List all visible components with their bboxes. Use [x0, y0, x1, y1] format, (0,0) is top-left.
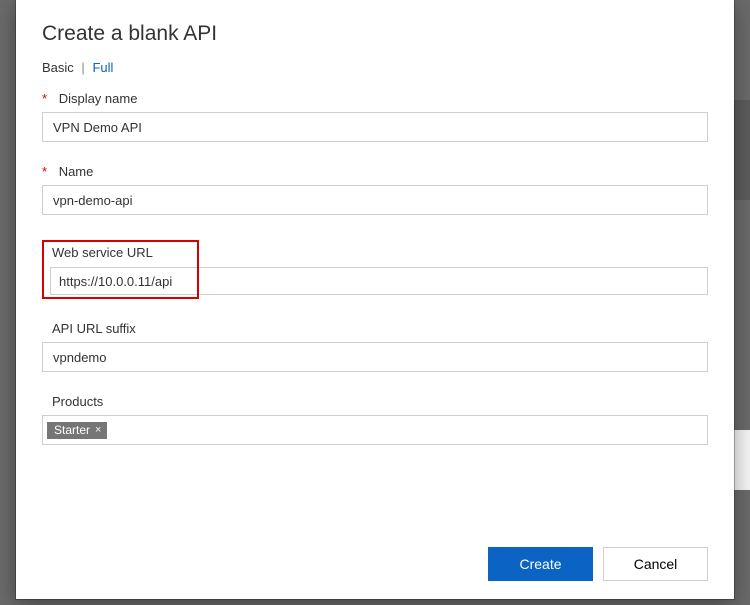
- name-input[interactable]: [42, 185, 708, 215]
- label-text: Display name: [59, 91, 138, 106]
- label-products: Products: [42, 394, 708, 409]
- display-name-input[interactable]: [42, 112, 708, 142]
- field-web-service-url: Web service URL: [42, 237, 708, 299]
- tab-basic[interactable]: Basic: [42, 60, 74, 75]
- label-display-name: * Display name: [42, 91, 708, 106]
- field-products: Products Starter ×: [42, 394, 708, 445]
- label-web-service-url: Web service URL: [52, 245, 153, 260]
- required-marker: *: [42, 91, 47, 106]
- tab-full[interactable]: Full: [92, 60, 113, 75]
- field-api-url-suffix: API URL suffix: [42, 321, 708, 372]
- field-name: * Name: [42, 164, 708, 215]
- chip-remove-icon[interactable]: ×: [95, 424, 101, 436]
- tab-separator: |: [81, 60, 84, 75]
- label-api-url-suffix: API URL suffix: [42, 321, 708, 336]
- label-text: Name: [59, 164, 94, 179]
- label-name: * Name: [42, 164, 708, 179]
- required-marker: *: [42, 164, 47, 179]
- cancel-button[interactable]: Cancel: [603, 547, 708, 581]
- modal-footer: Create Cancel: [42, 531, 708, 581]
- web-service-url-input[interactable]: [50, 267, 708, 295]
- products-input[interactable]: Starter ×: [42, 415, 708, 445]
- api-url-suffix-input[interactable]: [42, 342, 708, 372]
- form-body: * Display name * Name Web service URL AP…: [42, 91, 708, 531]
- chip-label: Starter: [54, 423, 90, 437]
- field-display-name: * Display name: [42, 91, 708, 142]
- create-button[interactable]: Create: [488, 547, 593, 581]
- mode-tabs: Basic | Full: [42, 60, 708, 75]
- modal-title: Create a blank API: [42, 22, 708, 46]
- create-api-modal: Create a blank API Basic | Full * Displa…: [16, 0, 734, 599]
- product-chip-starter[interactable]: Starter ×: [47, 422, 107, 439]
